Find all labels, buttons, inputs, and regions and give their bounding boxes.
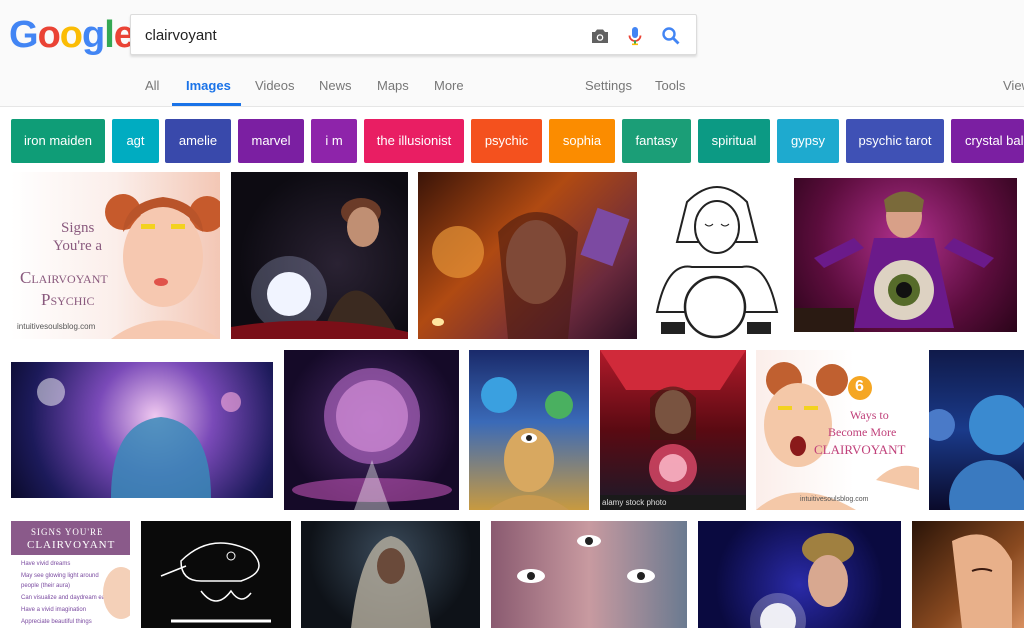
gypsy-woman-photo [750, 533, 854, 628]
chip-the-illusionist[interactable]: the illusionist [364, 119, 464, 163]
planets-art [929, 395, 1024, 510]
glowing-sphere-art [292, 368, 452, 510]
image-result[interactable]: Signs You're a Clairvoyant Psychic intui… [11, 172, 220, 339]
image-caption: Ways to [850, 408, 889, 422]
image-result[interactable] [929, 350, 1024, 510]
chip-fantasy[interactable]: fantasy [622, 119, 691, 163]
google-logo[interactable]: Google [9, 14, 135, 57]
mystic-woman-art [432, 207, 630, 339]
tools-link[interactable]: Tools [655, 78, 685, 93]
chip-i-m[interactable]: i m [311, 119, 357, 163]
faces-collage-art [517, 535, 655, 583]
image-result[interactable] [231, 172, 408, 339]
microphone-icon[interactable] [623, 24, 647, 48]
chip-marvel[interactable]: marvel [238, 119, 304, 163]
image-caption: Psychic [41, 290, 95, 309]
chip-psychic[interactable]: psychic [471, 119, 542, 163]
tab-news[interactable]: News [319, 78, 352, 93]
third-eye-art [481, 377, 573, 510]
chip-sophia[interactable]: sophia [549, 119, 615, 163]
image-caption: You're a [53, 238, 103, 254]
image-result[interactable] [141, 521, 291, 628]
top-bar: Google All Images Videos News Maps More … [0, 0, 1024, 107]
image-result[interactable] [284, 350, 459, 510]
search-input[interactable] [145, 24, 575, 46]
image-result[interactable]: alamy stock photo [600, 350, 746, 510]
related-searches: iron maiden agt amelie marvel i m the il… [0, 119, 1024, 163]
image-result[interactable] [912, 521, 1024, 628]
image-source-watermark: intuitivesoulsblog.com [800, 496, 869, 503]
tab-maps[interactable]: Maps [377, 78, 409, 93]
chip-crystal-ball[interactable]: crystal ball [951, 119, 1024, 163]
chip-spiritual[interactable]: spiritual [698, 119, 770, 163]
image-result[interactable] [469, 350, 589, 510]
settings-link[interactable]: Settings [585, 78, 632, 93]
image-result[interactable] [301, 521, 480, 628]
tab-all[interactable]: All [145, 78, 159, 93]
image-result[interactable] [647, 172, 784, 339]
fortune-teller-crystal-photo [600, 350, 746, 510]
image-source-watermark: alamy stock photo [602, 498, 667, 507]
tab-images[interactable]: Images [186, 78, 231, 93]
chip-amelie[interactable]: amelie [165, 119, 231, 163]
image-result[interactable] [418, 172, 637, 339]
hooded-figure-photo [351, 536, 431, 628]
fortune-teller-photo [231, 198, 408, 339]
raven-line-art [160, 542, 271, 623]
chip-gypsy[interactable]: gypsy [777, 119, 839, 163]
search-box [130, 14, 697, 55]
image-caption: 6 [855, 378, 864, 395]
woman-face-illustration [103, 567, 130, 619]
camera-icon[interactable] [588, 24, 612, 48]
search-icon[interactable] [659, 24, 683, 48]
image-caption: Become More [828, 425, 897, 439]
chip-agt[interactable]: agt [112, 119, 159, 163]
image-result[interactable] [491, 521, 687, 628]
image-result[interactable] [794, 178, 1017, 332]
view-link[interactable]: View [1003, 78, 1024, 93]
sketch-fortune-teller [655, 186, 779, 339]
image-result[interactable]: 6 Ways to Become More CLAIRVOYANT intuit… [756, 350, 919, 510]
woman-profile-photo [952, 534, 1012, 628]
chip-iron-maiden[interactable]: iron maiden [11, 119, 105, 163]
image-result[interactable] [698, 521, 901, 628]
cosmic-head-art [37, 378, 241, 498]
image-caption: Signs [61, 220, 95, 236]
image-result[interactable]: SIGNS YOU'RE CLAIRVOYANT Have vivid drea… [11, 521, 130, 628]
active-tab-indicator [172, 103, 241, 106]
tab-more[interactable]: More [434, 78, 464, 93]
eye-crystal-ball-photo [794, 191, 994, 332]
image-result[interactable] [11, 362, 273, 498]
image-caption: CLAIRVOYANT [814, 442, 906, 457]
tab-videos[interactable]: Videos [255, 78, 295, 93]
image-source-watermark: intuitivesoulsblog.com [17, 322, 96, 331]
image-caption: Clairvoyant [20, 268, 108, 287]
chip-psychic-tarot[interactable]: psychic tarot [846, 119, 944, 163]
woman-portrait-illustration [105, 194, 220, 339]
